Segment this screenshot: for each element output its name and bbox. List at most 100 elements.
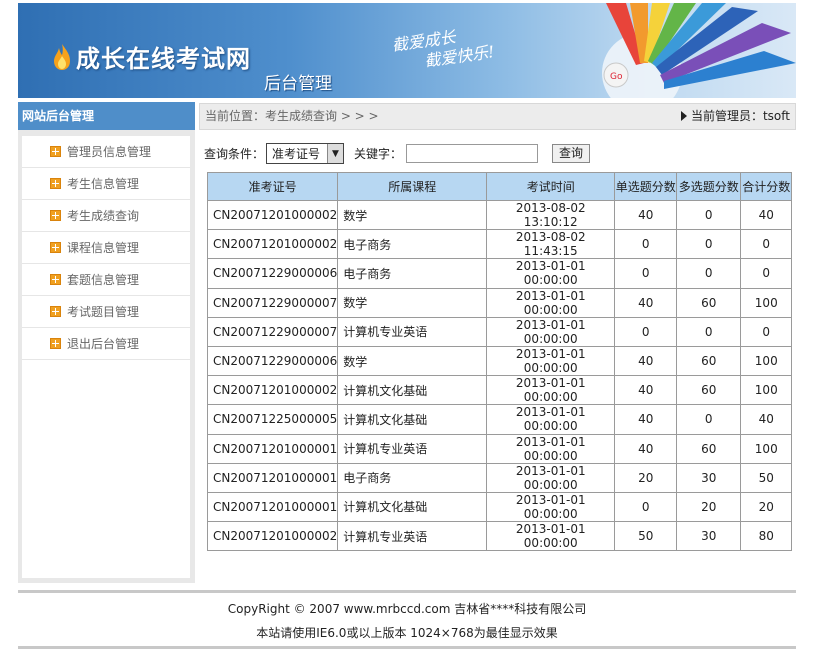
footer-divider-bottom bbox=[18, 646, 796, 649]
table-cell: 2013-01-01 00:00:00 bbox=[486, 258, 616, 289]
sidebar-item-label: 套题信息管理 bbox=[67, 273, 140, 287]
query-button[interactable]: 查询 bbox=[552, 144, 591, 163]
table-cell: 0 bbox=[614, 229, 678, 260]
table-cell: CN20071229000007 bbox=[206, 316, 339, 347]
table-cell: 2013-01-01 00:00:00 bbox=[486, 375, 616, 406]
slogan: 截爱成长 截爱快乐! bbox=[391, 22, 496, 76]
table-cell: 40 bbox=[614, 287, 678, 318]
score-table: 准考证号 所属课程 考试时间 单选题分数 多选题分数 合计分数 CN200712… bbox=[206, 172, 793, 552]
table-cell: 2013-08-02 13:10:12 bbox=[486, 199, 616, 231]
table-cell: 2013-01-01 00:00:00 bbox=[486, 521, 616, 552]
sub-title: 后台管理 bbox=[264, 74, 332, 94]
condition-select[interactable]: 准考证号 ▼ bbox=[266, 143, 345, 164]
sidebar-item-question-management[interactable]: 考试题目管理 bbox=[22, 296, 190, 328]
sidebar-menu: 管理员信息管理 考生信息管理 考生成绩查询 课程信息管理 套题信息管理 考试题目… bbox=[22, 136, 190, 578]
column-header: 单选题分数 bbox=[614, 172, 678, 201]
table-cell: 20 bbox=[676, 491, 742, 523]
header-banner: 成长在线考试网 后台管理 截爱成长 截爱快乐! Go bbox=[18, 3, 796, 98]
site-logo: 成长在线考试网 bbox=[52, 39, 251, 74]
sidebar-item-label: 退出后台管理 bbox=[67, 337, 140, 351]
plus-square-icon bbox=[50, 146, 61, 157]
table-row: CN20071229000006 电子商务 2013-01-01 00:00:00 0… bbox=[206, 258, 793, 289]
table-cell: 0 bbox=[676, 258, 742, 289]
table-cell: 2013-01-01 00:00:00 bbox=[486, 433, 616, 464]
footer-divider-top bbox=[18, 590, 796, 593]
triangle-right-icon bbox=[680, 111, 687, 121]
table-cell: 数学 bbox=[337, 199, 488, 231]
sidebar-item-student-info[interactable]: 考生信息管理 bbox=[22, 168, 190, 200]
sidebar: 网站后台管理 管理员信息管理 考生信息管理 考生成绩查询 课程信息管理 套题信息… bbox=[18, 102, 195, 583]
chevron-down-icon[interactable]: ▼ bbox=[327, 144, 344, 163]
sidebar-item-label: 考生成绩查询 bbox=[67, 209, 140, 223]
column-header: 准考证号 bbox=[206, 172, 339, 201]
table-cell: 计算机专业英语 bbox=[337, 521, 488, 552]
plus-square-icon bbox=[50, 210, 61, 221]
table-cell: 0 bbox=[676, 404, 742, 435]
table-cell: 40 bbox=[740, 404, 793, 435]
table-cell: CN20071201000002 bbox=[206, 199, 339, 231]
table-cell: 50 bbox=[614, 521, 678, 552]
table-row: CN20071201000002 电子商务 2013-08-02 11:43:15 0… bbox=[206, 229, 793, 260]
table-cell: 计算机专业英语 bbox=[337, 316, 488, 347]
table-row: CN20071229000006 数学 2013-01-01 00:00:00 40 6… bbox=[206, 345, 793, 377]
breadcrumb: 当前位置：考生成绩查询 > > > 当前管理员：tsoft bbox=[199, 103, 796, 130]
keyword-input[interactable] bbox=[406, 144, 539, 163]
table-cell: CN20071201000002 bbox=[206, 375, 339, 406]
sidebar-item-label: 课程信息管理 bbox=[67, 241, 140, 255]
table-cell: 60 bbox=[676, 433, 742, 464]
table-cell: 60 bbox=[676, 375, 742, 406]
pencils-illustration: Go bbox=[602, 3, 796, 98]
table-cell: 60 bbox=[676, 345, 742, 377]
sidebar-item-label: 考生信息管理 bbox=[67, 177, 140, 191]
sidebar-item-label: 考试题目管理 bbox=[67, 305, 140, 319]
table-cell: 50 bbox=[740, 462, 793, 493]
plus-square-icon bbox=[50, 178, 61, 189]
site-title: 成长在线考试网 bbox=[76, 45, 251, 73]
column-header: 合计分数 bbox=[740, 172, 793, 201]
breadcrumb-text: 当前位置：考生成绩查询 > > > bbox=[205, 109, 379, 123]
table-cell: 0 bbox=[740, 258, 793, 289]
table-cell: 40 bbox=[614, 199, 678, 231]
column-header: 所属课程 bbox=[337, 172, 488, 201]
table-cell: 计算机文化基础 bbox=[337, 491, 488, 523]
sidebar-item-score-query[interactable]: 考生成绩查询 bbox=[22, 200, 190, 232]
table-row: CN20071225000005 计算机文化基础 2013-01-01 00:00:… bbox=[206, 404, 793, 435]
table-cell: 计算机文化基础 bbox=[337, 404, 488, 435]
table-cell: CN20071225000005 bbox=[206, 404, 339, 435]
table-cell: 40 bbox=[614, 375, 678, 406]
table-cell: 电子商务 bbox=[337, 462, 488, 493]
table-cell: 80 bbox=[740, 521, 793, 552]
sidebar-item-paper-set-info[interactable]: 套题信息管理 bbox=[22, 264, 190, 296]
table-row: CN20071229000007 计算机专业英语 2013-01-01 00:00:… bbox=[206, 316, 793, 347]
condition-label: 查询条件： bbox=[204, 147, 265, 161]
sidebar-item-logout[interactable]: 退出后台管理 bbox=[22, 328, 190, 360]
condition-select-value: 准考证号 bbox=[272, 147, 321, 161]
table-row: CN20071201000002 计算机文化基础 2013-01-01 00:00:… bbox=[206, 375, 793, 406]
table-cell: 计算机文化基础 bbox=[337, 375, 488, 406]
table-cell: 0 bbox=[614, 258, 678, 289]
plus-square-icon bbox=[50, 274, 61, 285]
table-cell: 0 bbox=[614, 491, 678, 523]
table-cell: CN20071201000001 bbox=[206, 491, 339, 523]
sidebar-item-admin-info[interactable]: 管理员信息管理 bbox=[22, 136, 190, 168]
table-row: CN20071201000001 电子商务 2013-01-01 00:00:00 2… bbox=[206, 462, 793, 493]
table-row: CN20071201000001 计算机文化基础 2013-01-01 00:00:… bbox=[206, 491, 793, 523]
table-cell: 电子商务 bbox=[337, 229, 488, 260]
table-cell: CN20071201000002 bbox=[206, 229, 339, 260]
table-cell: 30 bbox=[676, 521, 742, 552]
sidebar-title: 网站后台管理 bbox=[18, 102, 195, 130]
table-cell: 2013-01-01 00:00:00 bbox=[486, 287, 616, 318]
table-cell: 2013-08-02 11:43:15 bbox=[486, 229, 616, 260]
table-cell: 电子商务 bbox=[337, 258, 488, 289]
table-cell: CN20071229000007 bbox=[206, 287, 339, 318]
table-cell: 100 bbox=[740, 287, 793, 318]
sidebar-item-course-info[interactable]: 课程信息管理 bbox=[22, 232, 190, 264]
table-cell: 20 bbox=[614, 462, 678, 493]
table-cell: 60 bbox=[676, 287, 742, 318]
table-cell: 2013-01-01 00:00:00 bbox=[486, 345, 616, 377]
plus-square-icon bbox=[50, 306, 61, 317]
table-cell: 30 bbox=[676, 462, 742, 493]
table-row: CN20071201000001 计算机专业英语 2013-01-01 00:00:… bbox=[206, 433, 793, 464]
current-admin: 当前管理员：tsoft bbox=[680, 104, 790, 129]
column-header: 多选题分数 bbox=[676, 172, 742, 201]
